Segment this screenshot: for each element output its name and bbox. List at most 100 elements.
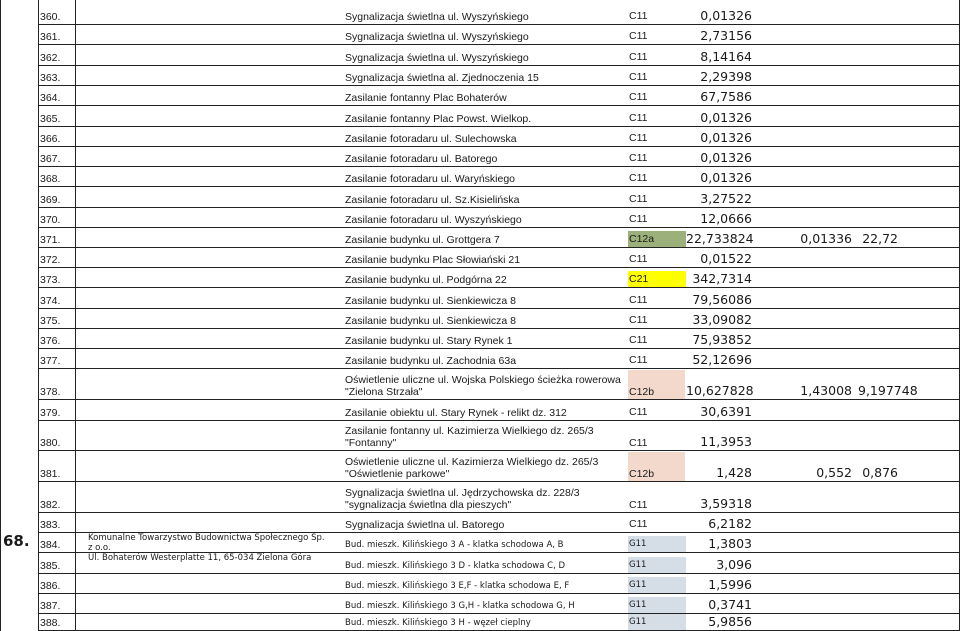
row-number: 362. — [40, 52, 61, 64]
value-cell: 1,3803 — [708, 536, 752, 551]
row-name: Zasilanie budynku ul. Grottgera 7 — [345, 234, 500, 246]
row-number: 378. — [40, 386, 61, 398]
table-row: 384. Bud. mieszk. Kilińskiego 3 A - klatk… — [0, 533, 960, 553]
row-number: 371. — [40, 234, 61, 246]
row-number: 370. — [40, 214, 61, 226]
row-name: Zasilanie budynku ul. Stary Rynek 1 — [345, 335, 513, 347]
row-name: Zasilanie budynku ul. Sienkiewicza 8 — [345, 315, 517, 327]
value-cell: 33,09082 — [692, 312, 752, 327]
row-number: 360. — [40, 11, 61, 23]
tariff-cell: G11 — [628, 577, 686, 593]
row-name: Sygnalizacja świetlna al. Zjednoczenia 1… — [345, 72, 539, 84]
table-row: 365. Zasilanie fontanny Plac Powst. Wielk… — [0, 106, 960, 127]
table-row: 388. Bud. mieszk. Kilińskiego 3 H - węzeł… — [0, 614, 960, 631]
value-cell: 2,73156 — [700, 28, 752, 43]
row-number: 388. — [40, 617, 61, 629]
table-row: 382. Sygnalizacja świetlna ul. Jędrzychow… — [0, 482, 960, 513]
row-number: 387. — [40, 600, 61, 612]
row-number: 363. — [40, 72, 61, 84]
table-row: 367. Zasilanie fotoradaru ul. Batorego C11… — [0, 147, 960, 167]
tariff-cell: C11 — [629, 30, 648, 42]
tariff-cell: C11 — [629, 334, 648, 346]
row-name: Zasilanie fotoradaru ul. Batorego — [345, 153, 498, 165]
row-number: 374. — [40, 295, 61, 307]
value2-cell: 1,43008 — [800, 383, 852, 398]
table-row: 387. Bud. mieszk. Kilińskiego 3 G,H - kla… — [0, 594, 960, 614]
value-cell: 22,733824 — [686, 231, 754, 246]
row-name: Zasilanie obiektu ul. Stary Rynek - reli… — [345, 407, 567, 419]
table-row: 363. Sygnalizacja świetlna al. Zjednoczen… — [0, 66, 960, 86]
row-number: 386. — [40, 580, 61, 592]
value-cell: 30,6391 — [700, 404, 752, 419]
row-number: 361. — [40, 31, 61, 43]
tariff-cell: C11 — [629, 132, 648, 144]
tariff-cell: C21 — [628, 271, 686, 287]
row-number: 375. — [40, 315, 61, 327]
value2-cell: 0,01336 — [800, 231, 852, 246]
table-row: 372. Zasilanie budynku Plac Słowiański 21… — [0, 248, 960, 268]
row-number: 380. — [40, 437, 61, 449]
table-row: 370. Zasilanie fotoradaru ul. Wyszyńskieg… — [0, 208, 960, 228]
tariff-cell: C12b — [628, 452, 685, 481]
row-name: Zasilanie budynku ul. Podgórna 22 — [345, 274, 507, 286]
value-cell: 3,59318 — [700, 496, 752, 511]
value-cell: 12,0666 — [700, 211, 752, 226]
value-cell: 1,428 — [716, 465, 752, 480]
row-name: Sygnalizacja świetlna ul. Wyszyńskiego — [345, 11, 529, 23]
value-cell: 342,7314 — [692, 271, 752, 286]
row-name: Bud. mieszk. Kilińskiego 3 D - klatka sc… — [345, 561, 566, 571]
row-number: 365. — [40, 113, 61, 125]
row-name: Zasilanie budynku ul. Sienkiewicza 8 — [345, 295, 517, 307]
row-number: 372. — [40, 254, 61, 266]
table-row: 378. Oświetlenie uliczne ul. Wojska Polsk… — [0, 369, 960, 400]
value-cell: 11,3953 — [700, 434, 752, 449]
table-row: 385. Bud. mieszk. Kilińskiego 3 D - klatk… — [0, 553, 960, 574]
row-number: 366. — [40, 133, 61, 145]
value-cell: 0,3741 — [708, 597, 752, 612]
tariff-cell: C11 — [629, 354, 648, 366]
row-number: 368. — [40, 173, 61, 185]
row-number: 385. — [40, 560, 61, 572]
row-name: Zasilanie fotoradaru ul. Wyszyńskiego — [345, 214, 522, 226]
value-cell: 79,56086 — [692, 292, 752, 307]
value3-cell: 9,197748 — [858, 383, 918, 398]
table-row: 360. Sygnalizacja świetlna ul. Wyszyńskie… — [0, 0, 960, 25]
table-row: 386. Bud. mieszk. Kilińskiego 3 E,F - kla… — [0, 574, 960, 594]
row-name: Zasilanie budynku ul. Zachodnia 63a — [345, 355, 517, 367]
tariff-cell: C11 — [629, 406, 648, 418]
value-cell: 3,096 — [716, 557, 752, 572]
row-name: Bud. mieszk. Kilińskiego 3 G,H - klatka … — [345, 601, 575, 611]
value-cell: 67,7586 — [700, 89, 752, 104]
row-name: Zasilanie fontanny ul. Kazimierza Wielki… — [345, 425, 594, 449]
table-row: 374. Zasilanie budynku ul. Sienkiewicza 8… — [0, 288, 960, 309]
tariff-cell: C11 — [629, 253, 648, 265]
table-row: 369. Zasilanie fotoradaru ul. Sz.Kisieliń… — [0, 187, 960, 208]
table-row: 371. Zasilanie budynku ul. Grottgera 7 C12… — [0, 228, 960, 248]
row-name: Sygnalizacja świetlna ul. Batorego — [345, 519, 505, 531]
tariff-cell: C11 — [629, 314, 648, 326]
table-row: 364. Zasilanie fontanny Plac Bohaterów C11… — [0, 86, 960, 106]
value3-cell: 0,876 — [862, 465, 898, 480]
value-cell: 75,93852 — [692, 332, 752, 347]
value-cell: 0,01326 — [700, 150, 752, 165]
tariff-cell: C11 — [629, 51, 648, 63]
row-name: Zasilanie fotoradaru ul. Waryńskiego — [345, 173, 516, 185]
row-name: Zasilanie fontanny Plac Powst. Wielkop. — [345, 113, 532, 125]
value-cell: 0,01326 — [700, 170, 752, 185]
value-cell: 0,01326 — [700, 110, 752, 125]
tariff-cell: C11 — [629, 437, 648, 449]
row-number: 373. — [40, 274, 61, 286]
row-name: Bud. mieszk. Kilińskiego 3 A - klatka sc… — [345, 540, 564, 550]
tariff-cell: C11 — [629, 518, 648, 530]
row-number: 376. — [40, 335, 61, 347]
value3-cell: 22,72 — [862, 231, 898, 246]
value-cell: 8,14164 — [700, 49, 752, 64]
row-name: Zasilanie fotoradaru ul. Sulechowska — [345, 133, 517, 145]
row-name: Zasilanie budynku Plac Słowiański 21 — [345, 254, 521, 266]
row-number: 384. — [40, 539, 61, 551]
value-cell: 5,9856 — [708, 614, 752, 629]
row-name: Sygnalizacja świetlna ul. Wyszyńskiego — [345, 31, 529, 43]
tariff-cell: C11 — [629, 193, 648, 205]
row-name: Oświetlenie uliczne ul. Wojska Polskiego… — [345, 374, 621, 398]
table-row: 381. Oświetlenie uliczne ul. Kazimierza W… — [0, 451, 960, 482]
